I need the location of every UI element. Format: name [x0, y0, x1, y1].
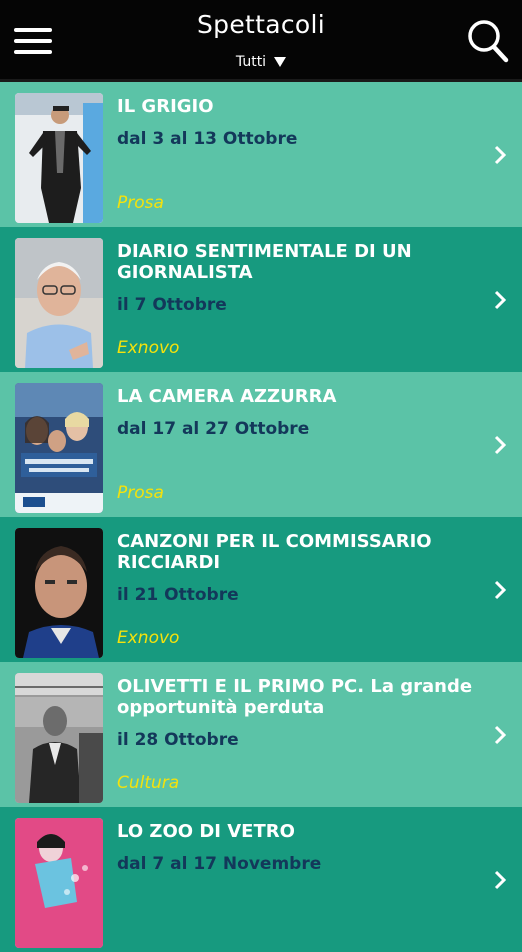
event-info: LO ZOO DI VETRO dal 7 al 17 Novembre: [117, 821, 474, 952]
page-title: Spettacoli: [197, 10, 325, 39]
event-row[interactable]: LA CAMERA AZZURRA dal 17 al 27 Ottobre P…: [0, 372, 522, 517]
events-list: IL GRIGIO dal 3 al 13 Ottobre Prosa DIAR…: [0, 82, 522, 952]
event-poster: [15, 528, 103, 658]
app-header: Spettacoli Tutti: [0, 0, 522, 82]
event-category: Prosa: [117, 193, 164, 213]
event-row[interactable]: OLIVETTI E IL PRIMO PC. La grande opport…: [0, 662, 522, 807]
event-info: LA CAMERA AZZURRA dal 17 al 27 Ottobre P…: [117, 386, 474, 517]
event-category: Exnovo: [117, 338, 180, 358]
event-poster: [15, 93, 103, 223]
event-info: IL GRIGIO dal 3 al 13 Ottobre Prosa: [117, 96, 474, 227]
event-date: il 28 Ottobre: [117, 730, 239, 750]
event-poster: [15, 818, 103, 948]
event-category: Cultura: [117, 773, 180, 793]
event-title: LA CAMERA AZZURRA: [117, 386, 337, 407]
chevron-right-icon: [494, 870, 506, 889]
event-row[interactable]: DIARIO SENTIMENTALE DI UN GIORNALISTA il…: [0, 227, 522, 372]
caret-down-icon: [274, 57, 287, 67]
filter-dropdown[interactable]: Tutti: [0, 54, 522, 70]
chevron-right-icon: [494, 435, 506, 454]
menu-bar: [14, 39, 52, 43]
event-poster: [15, 383, 103, 513]
event-date: dal 7 al 17 Novembre: [117, 854, 322, 874]
chevron-right-icon: [494, 290, 506, 309]
event-title: IL GRIGIO: [117, 96, 214, 117]
chevron-right-icon: [494, 580, 506, 599]
event-info: CANZONI PER IL COMMISSARIO RICCIARDI il …: [117, 531, 474, 662]
event-poster: [15, 673, 103, 803]
event-info: OLIVETTI E IL PRIMO PC. La grande opport…: [117, 676, 474, 807]
event-poster: [15, 238, 103, 368]
event-title: OLIVETTI E IL PRIMO PC. La grande opport…: [117, 676, 473, 718]
event-title: LO ZOO DI VETRO: [117, 821, 295, 842]
event-category: Prosa: [117, 483, 164, 503]
event-row[interactable]: LO ZOO DI VETRO dal 7 al 17 Novembre: [0, 807, 522, 952]
event-category: Exnovo: [117, 628, 180, 648]
chevron-right-icon: [494, 145, 506, 164]
filter-label: Tutti: [235, 54, 267, 70]
event-info: DIARIO SENTIMENTALE DI UN GIORNALISTA il…: [117, 241, 474, 372]
event-title: DIARIO SENTIMENTALE DI UN GIORNALISTA: [117, 241, 412, 283]
chevron-right-icon: [494, 725, 506, 744]
event-date: dal 3 al 13 Ottobre: [117, 129, 298, 149]
event-date: il 21 Ottobre: [117, 585, 239, 605]
event-date: il 7 Ottobre: [117, 295, 227, 315]
event-title: CANZONI PER IL COMMISSARIO RICCIARDI: [117, 531, 432, 573]
event-row[interactable]: CANZONI PER IL COMMISSARIO RICCIARDI il …: [0, 517, 522, 662]
event-row[interactable]: IL GRIGIO dal 3 al 13 Ottobre Prosa: [0, 82, 522, 227]
search-icon[interactable]: [466, 18, 510, 64]
event-date: dal 17 al 27 Ottobre: [117, 419, 310, 439]
